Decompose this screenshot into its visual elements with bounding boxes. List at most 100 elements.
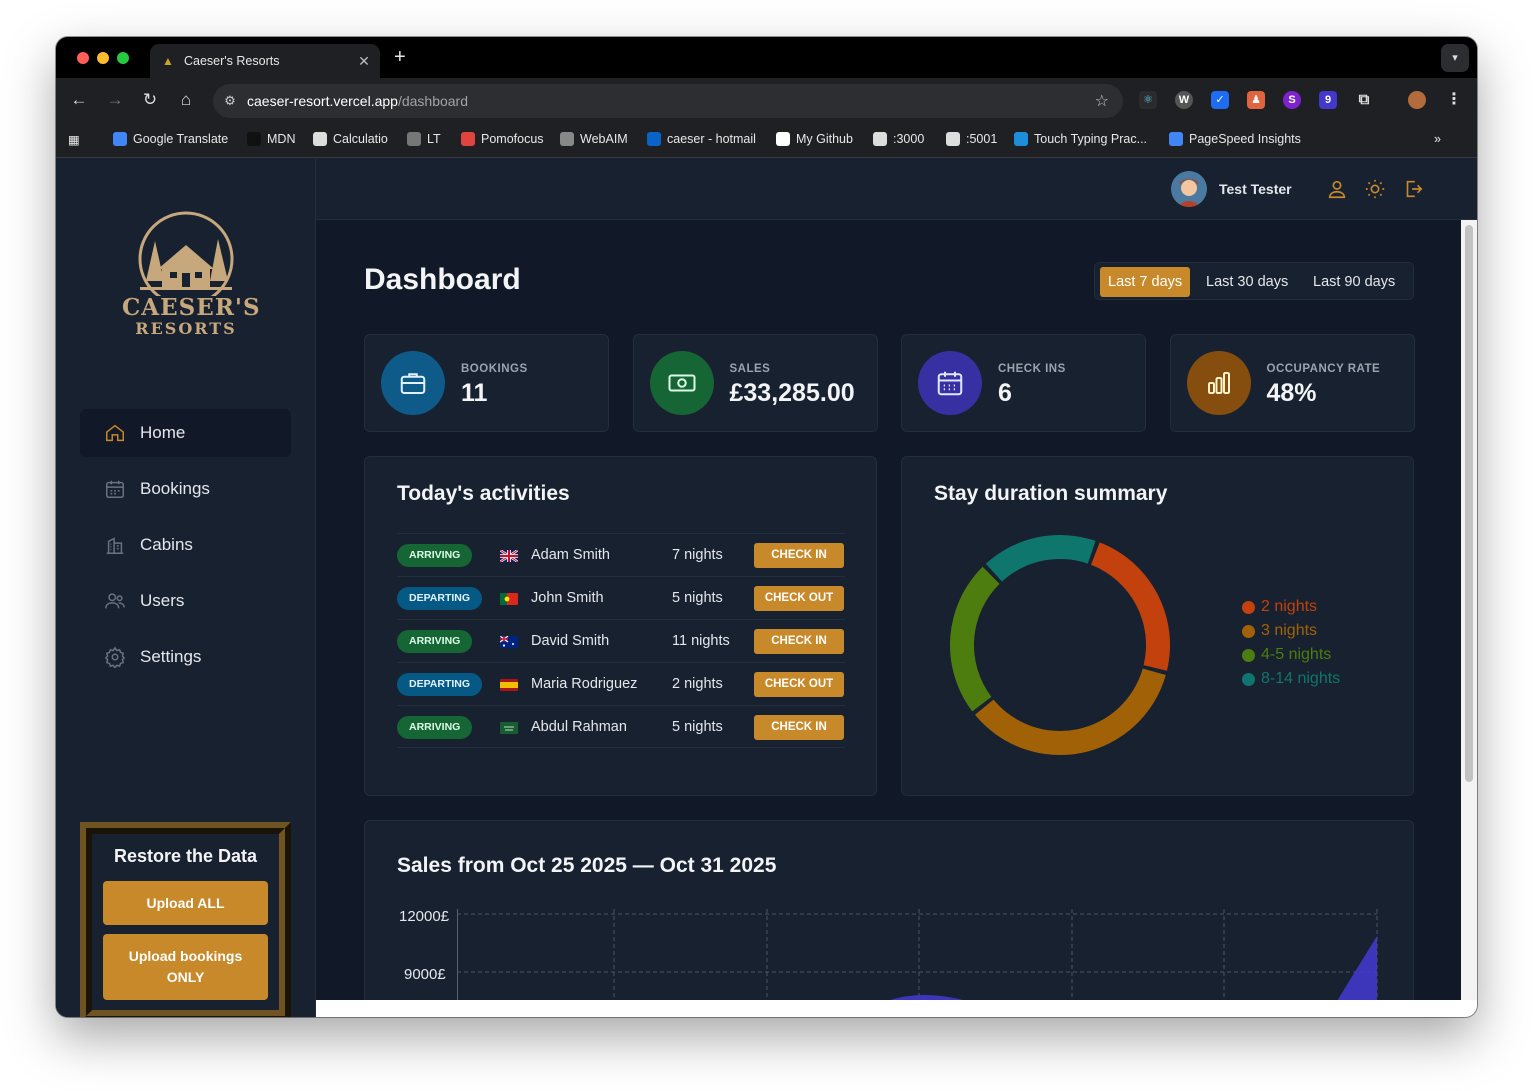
extensions-puzzle-icon[interactable]: ⧉ <box>1355 91 1373 109</box>
extension-badge-icon[interactable]: 9 <box>1319 91 1337 109</box>
stat-card-check-ins: CHECK INS 6 <box>901 334 1146 432</box>
extension-check-icon[interactable]: ✓ <box>1211 91 1229 109</box>
activity-row: ARRIVING David Smith 11 nights CHECK IN <box>397 619 845 662</box>
address-bar[interactable]: ⚙ caeser-resort.vercel.app/dashboard ☆ <box>213 84 1123 118</box>
filter-last-90-days[interactable]: Last 90 days <box>1305 267 1403 297</box>
guest-name: Abdul Rahman <box>531 719 627 735</box>
bookmark-label: caeser - hotmail <box>667 132 756 146</box>
stat-value: £33,285.00 <box>729 379 855 407</box>
stat-icon-circle <box>1186 351 1251 415</box>
sun-icon[interactable] <box>1364 178 1386 200</box>
logout-icon[interactable] <box>1402 178 1424 200</box>
bookmark-label: MDN <box>267 132 296 146</box>
more-bookmarks-icon[interactable]: » <box>1434 132 1441 146</box>
sales-chart-title: Sales from Oct 25 2025 — Oct 31 2025 <box>397 854 777 877</box>
user-account-icon[interactable] <box>1326 178 1348 200</box>
tab-close-icon[interactable]: ✕ <box>354 53 374 70</box>
extension-w-icon[interactable]: W <box>1175 91 1193 109</box>
guest-name: Maria Rodriguez <box>531 676 638 692</box>
bookmark-item[interactable]: PageSpeed Insights <box>1169 132 1301 146</box>
bookmark-favicon-icon <box>560 132 574 146</box>
stay-nights: 2 nights <box>672 676 723 692</box>
legend-item: 3 nights <box>1242 622 1317 640</box>
upload-all-button[interactable]: Upload ALL <box>103 881 268 925</box>
check-out-button[interactable]: CHECK OUT <box>754 586 844 611</box>
bookmark-item[interactable]: My Github <box>776 132 853 146</box>
bookmark-item[interactable]: WebAIM <box>560 132 628 146</box>
react-devtools-icon[interactable]: ⚛ <box>1139 91 1157 109</box>
bookmark-label: PageSpeed Insights <box>1189 132 1301 146</box>
sidebar-item-cabins[interactable]: Cabins <box>80 521 291 569</box>
bookmark-item[interactable]: Pomofocus <box>461 132 544 146</box>
stat-label: SALES <box>729 363 771 375</box>
browser-window: ▲ Caeser's Resorts ✕ + ▾ ← → ↻ ⌂ ⚙ caese… <box>56 37 1477 1017</box>
brand-name: CAESER'S <box>122 294 261 321</box>
site-info-icon[interactable]: ⚙ <box>213 93 247 109</box>
minimize-window-button[interactable] <box>97 52 109 64</box>
legend-item: 8-14 nights <box>1242 670 1340 688</box>
user-name[interactable]: Test Tester <box>1219 181 1292 197</box>
sidebar-item-label: Home <box>140 423 186 442</box>
bookmark-favicon-icon <box>247 132 261 146</box>
reload-icon[interactable]: ↻ <box>139 89 161 111</box>
scrollbar-thumb[interactable] <box>1465 225 1473 782</box>
bookmark-item[interactable]: Calculatio <box>313 132 388 146</box>
sidebar-item-bookings[interactable]: Bookings <box>80 465 291 513</box>
activity-row: DEPARTING Maria Rodriguez 2 nights CHECK OU… <box>397 662 845 705</box>
forward-arrow-icon[interactable]: → <box>104 89 126 111</box>
check-in-button[interactable]: CHECK IN <box>754 543 844 568</box>
sidebar-item-settings[interactable]: Settings <box>80 633 291 681</box>
tab-search-button[interactable]: ▾ <box>1441 44 1469 72</box>
app-header: Test Tester <box>316 159 1477 220</box>
legend-dot <box>1242 624 1255 638</box>
check-out-button[interactable]: CHECK OUT <box>754 672 844 697</box>
new-tab-button[interactable]: + <box>394 46 406 69</box>
bookmark-item[interactable]: caeser - hotmail <box>647 132 756 146</box>
bookmark-favicon-icon <box>647 132 661 146</box>
page-title: Dashboard <box>364 263 521 296</box>
bookmark-favicon-icon <box>1169 132 1183 146</box>
browser-tab[interactable]: ▲ Caeser's Resorts ✕ <box>150 44 380 78</box>
check-in-button[interactable]: CHECK IN <box>754 715 844 740</box>
bookmark-item[interactable]: :3000 <box>873 132 924 146</box>
guest-name: David Smith <box>531 633 610 649</box>
status-badge: ARRIVING <box>397 630 473 653</box>
legend-label: 3 nights <box>1261 622 1318 639</box>
bookmark-item[interactable]: Touch Typing Prac... <box>1014 132 1147 146</box>
avatar[interactable] <box>1171 171 1207 207</box>
home-browser-icon[interactable]: ⌂ <box>175 89 197 111</box>
close-window-button[interactable] <box>77 52 89 64</box>
stat-label: BOOKINGS <box>461 363 528 375</box>
bookmark-item[interactable]: MDN <box>247 132 295 146</box>
y-tick-label: 12000£ <box>399 908 450 925</box>
upload-bookings-button[interactable]: Upload bookings ONLY <box>103 934 268 1000</box>
extension-person-icon[interactable]: ♟ <box>1247 91 1265 109</box>
back-arrow-icon[interactable]: ← <box>68 89 90 111</box>
horizontal-scroll-area <box>316 1000 1477 1017</box>
home-icon <box>106 424 124 442</box>
page-scrollbar[interactable] <box>1461 220 1477 1017</box>
activity-row: ARRIVING Adam Smith 7 nights CHECK IN <box>397 533 845 576</box>
sidebar-item-home[interactable]: Home <box>80 409 291 457</box>
calendar-icon <box>106 480 124 498</box>
sidebar: CAESER'S RESORTS Home Bookings Cabins Users… <box>56 159 316 1017</box>
apps-grid-icon[interactable]: ▦ <box>68 132 80 147</box>
bookmark-favicon-icon <box>1014 132 1028 146</box>
bookmark-item[interactable]: Google Translate <box>113 132 228 146</box>
check-in-button[interactable]: CHECK IN <box>754 629 844 654</box>
tab-title: Caeser's Resorts <box>184 54 280 68</box>
maximize-window-button[interactable] <box>117 52 129 64</box>
filter-last-7-days[interactable]: Last 7 days <box>1100 267 1191 297</box>
calendar-days-icon <box>937 371 963 396</box>
bookmark-item[interactable]: LT <box>407 132 441 146</box>
browser-menu-icon[interactable]: ⋮ <box>1445 91 1463 109</box>
extension-s-icon[interactable]: S <box>1283 91 1301 109</box>
filter-last-30-days[interactable]: Last 30 days <box>1198 267 1296 297</box>
bookmark-star-icon[interactable]: ☆ <box>1095 91 1109 111</box>
profile-avatar-icon[interactable] <box>1408 91 1426 109</box>
bookmark-item[interactable]: :5001 <box>946 132 997 146</box>
flag-gb-icon <box>500 550 518 562</box>
bookmark-label: Pomofocus <box>481 132 544 146</box>
sidebar-item-users[interactable]: Users <box>80 577 291 625</box>
status-badge: ARRIVING <box>397 716 473 739</box>
